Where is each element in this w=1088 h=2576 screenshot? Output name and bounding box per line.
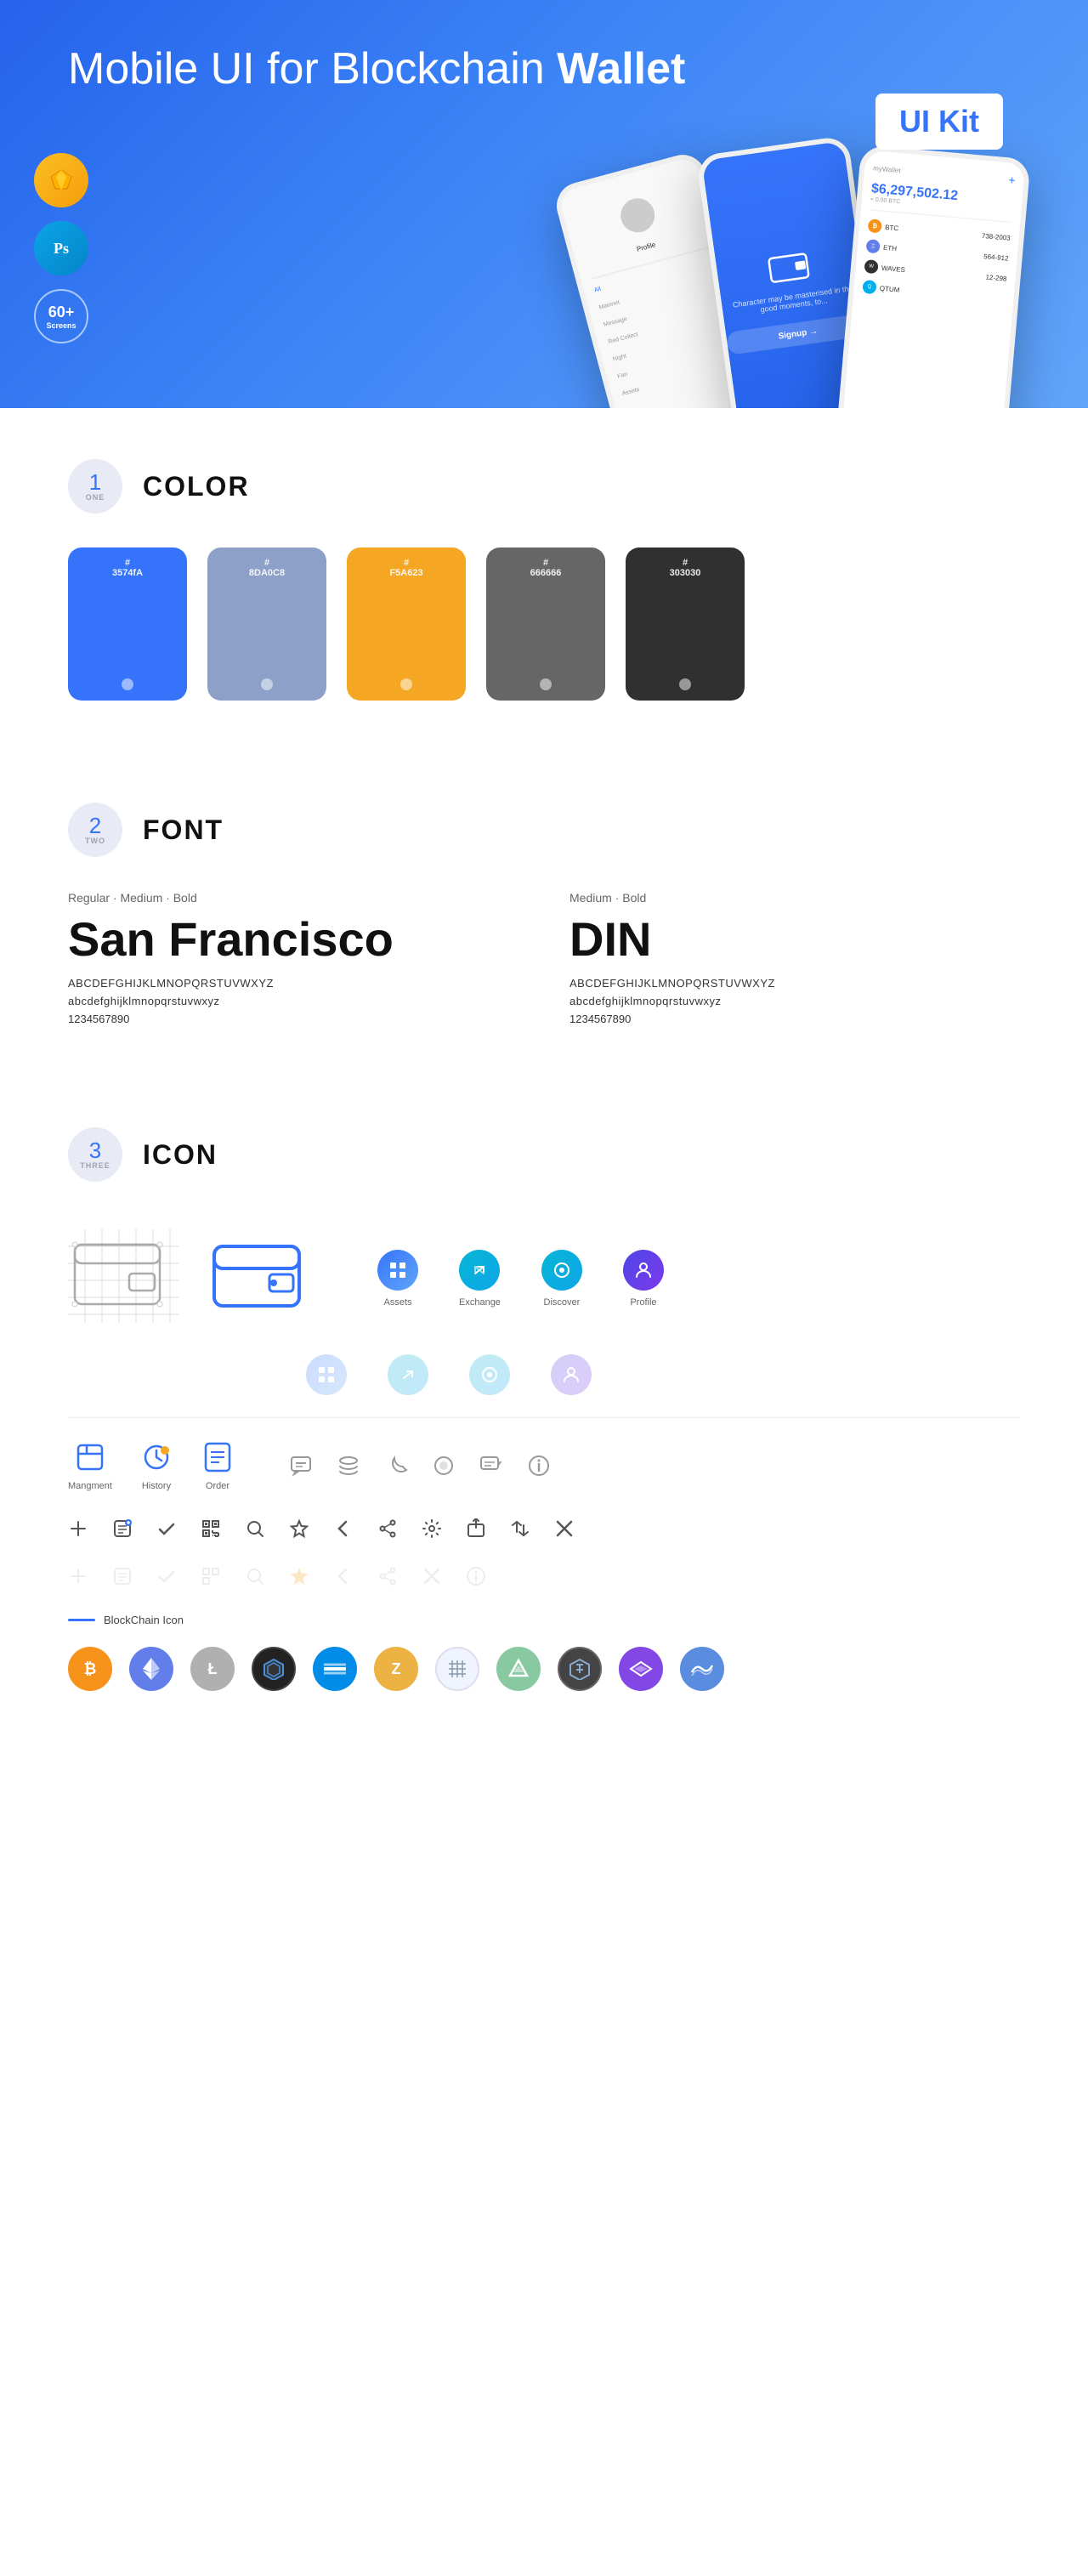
font-title: FONT: [143, 814, 224, 846]
info-icon-ghost: [466, 1566, 486, 1586]
info-icon: [527, 1454, 551, 1478]
chevron-left-icon-ghost: [333, 1566, 354, 1586]
bottom-nav-icons-row: Mangment History: [68, 1427, 1020, 1505]
assets-icon-item: Assets: [377, 1250, 418, 1308]
phone-right: myWallet + $6,297,502.12 ≈ 0.00 BTC ₿ BT…: [836, 145, 1031, 408]
wallet-filled-blue: [206, 1229, 316, 1327]
layers-icon: [337, 1454, 360, 1478]
ghost-nav-icons: [68, 1341, 1020, 1409]
edit-list-icon-ghost: [112, 1566, 133, 1586]
color-section-number: 1 ONE: [68, 459, 122, 513]
screens-badge: 60+ Screens: [34, 289, 88, 343]
plus-icon: [68, 1518, 88, 1539]
discover-icon-item: Discover: [541, 1250, 582, 1308]
close-icon: [554, 1518, 575, 1539]
management-icon: [73, 1440, 107, 1474]
order-icon-item: Order: [201, 1440, 235, 1491]
toolbar-row-2-ghost: [68, 1552, 1020, 1600]
management-icon-item: Mangment: [68, 1440, 112, 1491]
font-san-francisco: Regular · Medium · Bold San Francisco AB…: [68, 891, 518, 1025]
nav-icons-colored: Assets Exchange: [377, 1250, 664, 1308]
assets-icon: [377, 1250, 418, 1291]
chat-icon: [289, 1454, 313, 1478]
export-icon: [466, 1518, 486, 1539]
dash-icon: [313, 1647, 357, 1691]
exchange-ghost-icon: [388, 1354, 428, 1395]
hero-title: Mobile UI for Blockchain Wallet: [68, 43, 685, 95]
font-section: Regular · Medium · Bold San Francisco AB…: [68, 891, 1020, 1076]
history-icon: [139, 1440, 173, 1474]
waves-icon: [680, 1647, 724, 1691]
close-ghost-icon: [422, 1566, 442, 1586]
star-filled-icon: [289, 1566, 309, 1586]
misc-icons-row: [289, 1454, 551, 1478]
share-icon: [377, 1518, 398, 1539]
check-icon: [156, 1518, 177, 1539]
qr-icon: [201, 1518, 221, 1539]
blockchain-line: [68, 1619, 95, 1621]
color-title: COLOR: [143, 471, 250, 502]
discover-icon: [541, 1250, 582, 1291]
matic-icon: [619, 1647, 663, 1691]
crypto-icons-row: ₿ Ł: [68, 1633, 1020, 1705]
enigma-icon: [435, 1647, 479, 1691]
main-content: 1 ONE COLOR #3574fA #8DA0C8 #F5A623 #666…: [0, 408, 1088, 1790]
share-icon-ghost: [377, 1566, 398, 1586]
search-icon: [245, 1518, 265, 1539]
icon-section-header: 3 THREE ICON: [68, 1076, 1020, 1216]
hero-section: Mobile UI for Blockchain Wallet UI Kit P…: [0, 0, 1088, 408]
swap-icon: [510, 1518, 530, 1539]
augur-icon: [496, 1647, 541, 1691]
order-icon: [201, 1440, 235, 1474]
moon-icon: [384, 1454, 408, 1478]
font-din: Medium · Bold DIN ABCDEFGHIJKLMNOPQRSTUV…: [570, 891, 1020, 1025]
assets-ghost-icon: [306, 1354, 347, 1395]
swatch-blue: #3574fA: [68, 548, 187, 701]
font-section-number: 2 TWO: [68, 803, 122, 857]
swatch-dark-gray: #666666: [486, 548, 605, 701]
message-icon: [479, 1454, 503, 1478]
circle-icon: [432, 1454, 456, 1478]
profile-icon: [623, 1250, 664, 1291]
chevron-left-icon: [333, 1518, 354, 1539]
edit-list-icon: [112, 1518, 133, 1539]
wallet-icons-row: Assets Exchange: [68, 1216, 1020, 1341]
blockchain-label: BlockChain Icon: [68, 1600, 1020, 1633]
swatch-gray-blue: #8DA0C8: [207, 548, 326, 701]
sketch-badge: [34, 153, 88, 207]
tezos-icon: [558, 1647, 602, 1691]
color-section-header: 1 ONE COLOR: [68, 408, 1020, 548]
wallet-outline-grid: [68, 1229, 178, 1327]
toolbar-row-1: [68, 1505, 1020, 1552]
zcash-icon: Z: [374, 1647, 418, 1691]
ps-badge: Ps: [34, 221, 88, 275]
icon-section-content: Assets Exchange: [68, 1216, 1020, 1790]
litecoin-icon: Ł: [190, 1647, 235, 1691]
qr-icon-ghost: [201, 1566, 221, 1586]
discover-ghost-icon: [469, 1354, 510, 1395]
phone-group: Profile All Mainnet Message Red Collect …: [561, 136, 1037, 408]
bitcoin-icon: ₿: [68, 1647, 112, 1691]
ethereum-icon: [129, 1647, 173, 1691]
star-icon: [289, 1518, 309, 1539]
icon-section-number: 3 THREE: [68, 1127, 122, 1182]
plus-icon-ghost: [68, 1566, 88, 1586]
settings-icon: [422, 1518, 442, 1539]
color-swatches: #3574fA #8DA0C8 #F5A623 #666666 #303030: [68, 548, 1020, 752]
dark-coin-icon: [252, 1647, 296, 1691]
font-section-header: 2 TWO FONT: [68, 752, 1020, 891]
profile-ghost-icon: [551, 1354, 592, 1395]
history-icon-item: History: [139, 1440, 173, 1491]
check-icon-ghost: [156, 1566, 177, 1586]
profile-icon-item: Profile: [623, 1250, 664, 1308]
swatch-black: #303030: [626, 548, 745, 701]
search-icon-ghost: [245, 1566, 265, 1586]
icon-title: ICON: [143, 1139, 218, 1171]
swatch-orange: #F5A623: [347, 548, 466, 701]
badge-group: Ps 60+ Screens: [34, 153, 88, 343]
ui-kit-badge: UI Kit: [876, 94, 1003, 150]
exchange-icon-item: Exchange: [459, 1250, 501, 1308]
exchange-icon: [459, 1250, 500, 1291]
